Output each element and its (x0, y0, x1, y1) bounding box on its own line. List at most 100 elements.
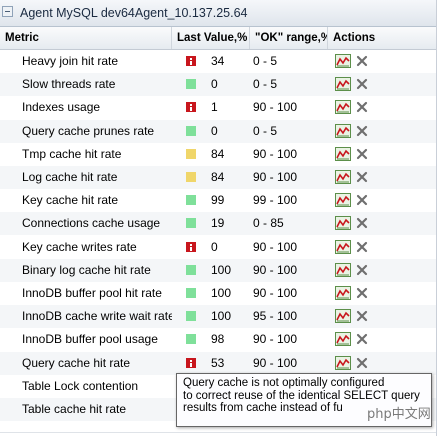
status-indicator (186, 125, 196, 136)
last-value: 100 (211, 286, 232, 300)
close-x-icon[interactable] (356, 148, 368, 160)
ok-range: 95 - 100 (253, 309, 298, 324)
table-row[interactable]: Indexes usage 1 90 - 100 (0, 96, 436, 119)
status-cell (186, 305, 198, 328)
ok-range: 0 - 5 (253, 77, 278, 92)
status-indicator (186, 172, 196, 182)
column-header-metric[interactable]: Metric (0, 27, 172, 49)
ok-range: 0 - 5 (253, 54, 278, 68)
tooltip-line: to correct reuse of the identical SELECT… (183, 389, 420, 402)
table-row[interactable]: Query cache hit rate 53 90 - 100 (0, 351, 436, 375)
metric-name: Log cache hit rate (22, 170, 118, 184)
chart-icon[interactable] (335, 309, 351, 324)
chart-icon[interactable] (335, 54, 351, 68)
metric-name: Key cache writes rate (22, 239, 137, 254)
table-row[interactable]: Key cache hit rate 99 99 - 100 (0, 189, 436, 212)
panel-title-bar: Agent MySQL dev64Agent_10.137.25.64 (0, 0, 436, 27)
chart-icon[interactable] (335, 123, 351, 138)
table-row[interactable]: Key cache writes rate 0 90 - 100 (0, 236, 436, 259)
ok-range: 90 - 100 (253, 146, 298, 161)
table-row[interactable]: Tmp cache hit rate 84 90 - 100 (0, 143, 436, 166)
close-x-icon[interactable] (356, 194, 368, 206)
last-value: 0 (211, 123, 218, 138)
table-row[interactable]: Log cache hit rate 84 90 - 100 (0, 166, 436, 189)
close-x-icon[interactable] (356, 101, 368, 113)
table-row[interactable]: Query cache prunes rate 0 0 - 5 (0, 119, 436, 143)
column-header-last-value[interactable]: Last Value,% (172, 27, 250, 49)
status-indicator (186, 148, 196, 159)
ok-range: 90 - 100 (253, 286, 298, 300)
status-cell (186, 143, 198, 166)
close-x-icon[interactable] (356, 264, 368, 276)
status-cell (186, 50, 198, 73)
table-row[interactable]: Connections cache usage 19 0 - 85 (0, 212, 436, 236)
ok-range: 90 - 100 (253, 100, 298, 115)
chart-icon[interactable] (335, 193, 351, 208)
last-value: 53 (211, 355, 225, 370)
status-indicator (186, 288, 196, 298)
status-indicator (186, 218, 196, 229)
close-x-icon[interactable] (356, 357, 368, 369)
last-value: 84 (211, 170, 225, 184)
metric-name: Table Lock contention (22, 378, 139, 393)
close-x-icon[interactable] (356, 310, 368, 322)
status-indicator (186, 195, 196, 206)
chart-icon[interactable] (335, 355, 351, 370)
metric-name: InnoDB cache write wait rate (22, 309, 172, 324)
exclamation-icon (186, 241, 196, 252)
table-row[interactable]: Slow threads rate 0 0 - 5 (0, 73, 436, 97)
ok-range: 90 - 100 (253, 262, 298, 277)
ok-range: 90 - 100 (253, 170, 298, 184)
metric-name: Connections cache usage (22, 216, 161, 231)
status-cell (186, 96, 198, 119)
column-header-ok-range[interactable]: "OK" range,% (250, 27, 328, 49)
table-row[interactable]: InnoDB buffer pool hit rate 100 90 - 100 (0, 282, 436, 305)
exclamation-icon (186, 102, 196, 113)
chart-icon[interactable] (335, 286, 351, 300)
status-cell (186, 212, 198, 235)
close-x-icon[interactable] (356, 217, 368, 229)
status-indicator (186, 334, 196, 345)
close-x-icon[interactable] (356, 333, 368, 345)
ok-range: 90 - 100 (253, 355, 298, 370)
status-cell (186, 328, 198, 351)
metric-name: Binary log cache hit rate (22, 262, 151, 277)
table-row[interactable]: InnoDB buffer pool usage 98 90 - 100 (0, 328, 436, 351)
table-row[interactable]: Heavy join hit rate 34 0 - 5 (0, 50, 436, 73)
status-cell (186, 236, 198, 259)
last-value: 1 (211, 100, 218, 115)
ok-range: 0 - 5 (253, 123, 278, 138)
status-cell (186, 166, 198, 189)
chart-icon[interactable] (335, 216, 351, 231)
panel-footer (0, 432, 436, 433)
metric-name: Tmp cache hit rate (22, 146, 122, 161)
close-x-icon[interactable] (356, 171, 368, 183)
chart-icon[interactable] (335, 77, 351, 92)
chart-icon[interactable] (335, 170, 351, 184)
ok-range: 90 - 100 (253, 239, 298, 254)
status-cell (186, 120, 198, 143)
tooltip-line: Query cache is not optimally configured (183, 377, 385, 389)
close-x-icon[interactable] (356, 55, 368, 67)
last-value: 34 (211, 54, 225, 68)
table-row[interactable]: InnoDB cache write wait rate 100 95 - 100 (0, 305, 436, 329)
chart-icon[interactable] (335, 262, 351, 277)
chart-icon[interactable] (335, 332, 351, 347)
table-header: Metric Last Value,% "OK" range,% Actions (0, 27, 436, 50)
metric-name: InnoDB buffer pool hit rate (22, 286, 162, 300)
close-x-icon[interactable] (356, 78, 368, 90)
close-x-icon[interactable] (356, 287, 368, 299)
ok-range: 0 - 85 (253, 216, 284, 231)
chart-icon[interactable] (335, 100, 351, 115)
agent-panel: Agent MySQL dev64Agent_10.137.25.64 Metr… (0, 0, 437, 436)
metric-name: Indexes usage (22, 100, 101, 115)
chart-icon[interactable] (335, 239, 351, 254)
metric-name: Query cache hit rate (22, 355, 131, 370)
close-x-icon[interactable] (356, 125, 368, 137)
status-cell (186, 352, 198, 375)
close-x-icon[interactable] (356, 241, 368, 253)
chart-icon[interactable] (335, 146, 351, 161)
metric-name: Slow threads rate (22, 77, 116, 92)
table-row[interactable]: Binary log cache hit rate 100 90 - 100 (0, 258, 436, 282)
collapse-icon[interactable] (2, 6, 13, 17)
